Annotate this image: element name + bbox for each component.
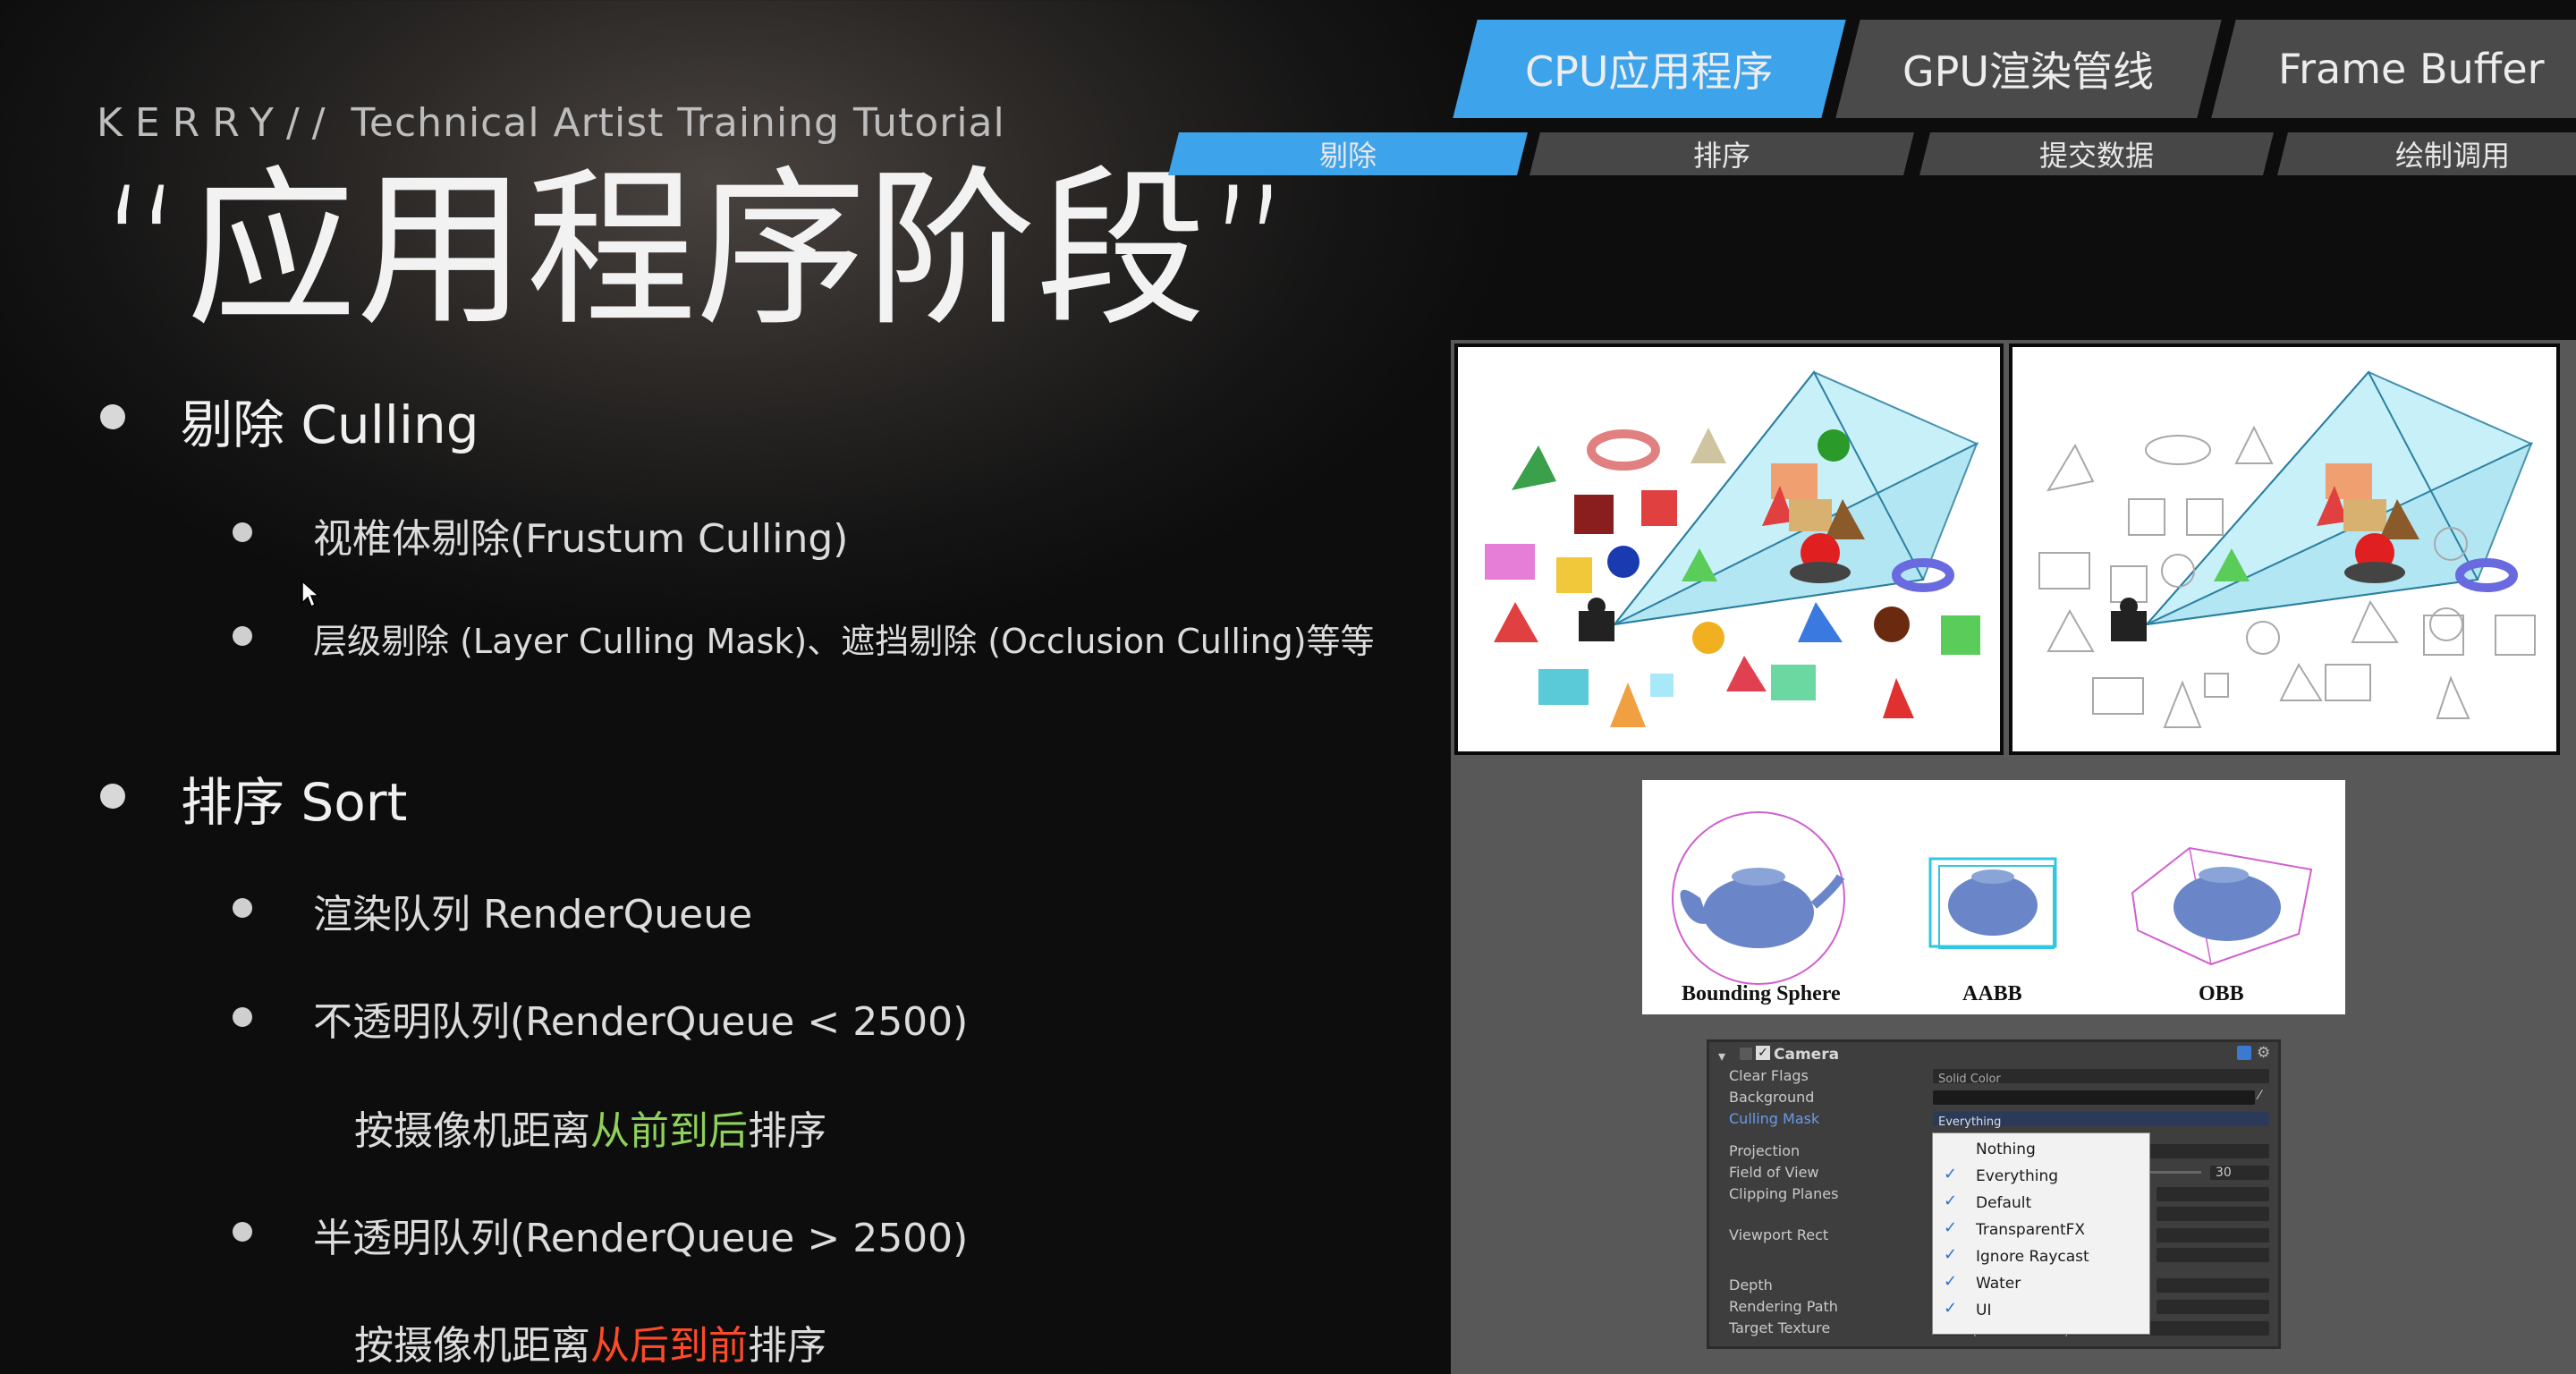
bullet-dot [100,404,125,429]
subtab-label: 绘制调用 [2394,139,2510,173]
option-default[interactable]: Default [1976,1194,2031,1212]
subtab-label: 剔除 [1318,139,1377,173]
bullet-dot [100,784,125,809]
bullet-dot [233,898,252,918]
near-plane-field[interactable] [2157,1187,2269,1201]
bounding-sphere-label: Bounding Sphere [1682,982,1841,1005]
checkmark-icon: ✓ [1944,1272,1958,1291]
depth-field[interactable] [2157,1278,2269,1293]
sort-heading: 排序 Sort [181,772,408,833]
checkmark-icon: ✓ [1944,1245,1958,1264]
subtab-sort[interactable]: 排序 [1530,132,1914,175]
note-pre: 按摄像机距离 [354,1108,590,1154]
viewport-xy-field[interactable] [2157,1228,2269,1243]
subtab-label: 排序 [1692,139,1750,173]
help-icon[interactable] [2237,1046,2251,1060]
target-texture-label: Target Texture [1729,1319,1831,1336]
obb-label: OBB [2199,982,2244,1005]
frustum-culling-item: 视椎体剔除(Frustum Culling) [313,516,849,562]
mouse-cursor-icon [301,580,320,608]
transparent-sort-note: 按摄像机距离从后到前排序 [354,1313,826,1370]
note-highlight: 从后到前 [590,1323,748,1369]
clear-flags-dropdown[interactable]: Solid Color [1933,1069,2269,1086]
component-title: Camera [1774,1046,1840,1064]
bullet-dot [233,626,252,646]
note-post: 排序 [748,1323,826,1369]
aabb-label: AABB [1962,982,2022,1005]
viewport-rect-label: Viewport Rect [1729,1226,1829,1243]
option-transparentfx[interactable]: TransparentFX [1976,1221,2085,1239]
rendering-path-dropdown[interactable] [2157,1300,2269,1314]
frustum-scene-full [1454,344,2004,755]
far-plane-field[interactable] [2157,1207,2269,1221]
brand-kerry: KERRY// [97,100,338,146]
bounding-volumes-figure: Bounding Sphere AABB OBB [1642,780,2345,1014]
tab-cpu-application[interactable]: CPU应用程序 [1453,20,1846,118]
projection-label: Projection [1729,1142,1801,1159]
subtab-culling[interactable]: 剔除 [1168,132,1528,175]
field-of-view-label: Field of View [1729,1164,1819,1181]
gear-icon[interactable]: ⚙ [2257,1044,2270,1062]
component-enabled-checkbox[interactable]: ✓ [1756,1046,1770,1060]
clear-flags-label: Clear Flags [1729,1067,1809,1084]
opaque-sort-note: 按摄像机距离从前到后排序 [354,1098,826,1156]
tab-gpu-pipeline[interactable]: GPU渲染管线 [1835,20,2222,118]
camera-component-icon [1740,1047,1752,1060]
opaque-queue-item: 不透明队列(RenderQueue < 2500) [313,999,969,1045]
tab-frame-buffer[interactable]: Frame Buffer [2211,20,2576,118]
note-highlight: 从前到后 [590,1108,748,1154]
note-pre: 按摄像机距离 [354,1323,590,1369]
layer-occlusion-item: 层级剔除 (Layer Culling Mask)、遮挡剔除 (Occlusio… [313,622,1375,661]
clear-flags-value: Solid Color [1938,1073,2001,1086]
frustum-scene-culled [2009,344,2560,755]
option-ignore-raycast[interactable]: Ignore Raycast [1976,1248,2089,1266]
tab-label: CPU应用程序 [1525,47,1774,96]
background-color-field[interactable] [1933,1090,2255,1105]
culling-mask-menu: Nothing ✓ Everything ✓ Default ✓ Transpa… [1932,1132,2150,1335]
bullet-dot [233,1007,252,1027]
clipping-planes-label: Clipping Planes [1729,1185,1839,1202]
subtab-label: 提交数据 [2038,139,2154,173]
bullet-dot [233,522,252,542]
option-everything[interactable]: Everything [1976,1167,2058,1185]
culling-mask-label: Culling Mask [1729,1110,1820,1127]
bullet-dot [233,1222,252,1242]
transparent-queue-item: 半透明队列(RenderQueue > 2500) [313,1216,969,1261]
tab-label: Frame Buffer [2278,45,2545,93]
checkmark-icon: ✓ [1944,1299,1958,1318]
tab-label: GPU渲染管线 [1902,47,2155,96]
culling-mask-value: Everything [1938,1115,2002,1129]
page-title: “应用程序阶段” [98,151,1294,349]
note-post: 排序 [748,1108,826,1154]
option-ui[interactable]: UI [1976,1302,1991,1319]
subtab-submit-data[interactable]: 提交数据 [1919,132,2274,175]
checkmark-icon: ✓ [1944,1165,1958,1183]
checkmark-icon: ✓ [1944,1218,1958,1237]
background-label: Background [1729,1089,1815,1106]
culling-mask-dropdown[interactable]: Everything [1933,1112,2269,1129]
viewport-wh-field[interactable] [2157,1248,2269,1262]
option-water[interactable]: Water [1976,1275,2021,1293]
rendering-path-label: Rendering Path [1729,1298,1838,1315]
subtab-draw-call[interactable]: 绘制调用 [2277,132,2576,175]
fov-value[interactable]: 30 [2210,1166,2269,1180]
renderqueue-item: 渲染队列 RenderQueue [313,892,753,937]
eyedropper-icon[interactable]: ⁄ [2258,1089,2260,1103]
depth-label: Depth [1729,1276,1773,1293]
option-nothing[interactable]: Nothing [1976,1141,2036,1158]
brand-subtitle: Technical Artist Training Tutorial [351,100,1005,146]
culling-heading: 剔除 Culling [181,394,479,455]
brand-line: KERRY// Technical Artist Training Tutori… [97,100,1005,146]
foldout-arrow-icon[interactable]: ▾ [1718,1047,1725,1064]
checkmark-icon: ✓ [1944,1192,1958,1210]
